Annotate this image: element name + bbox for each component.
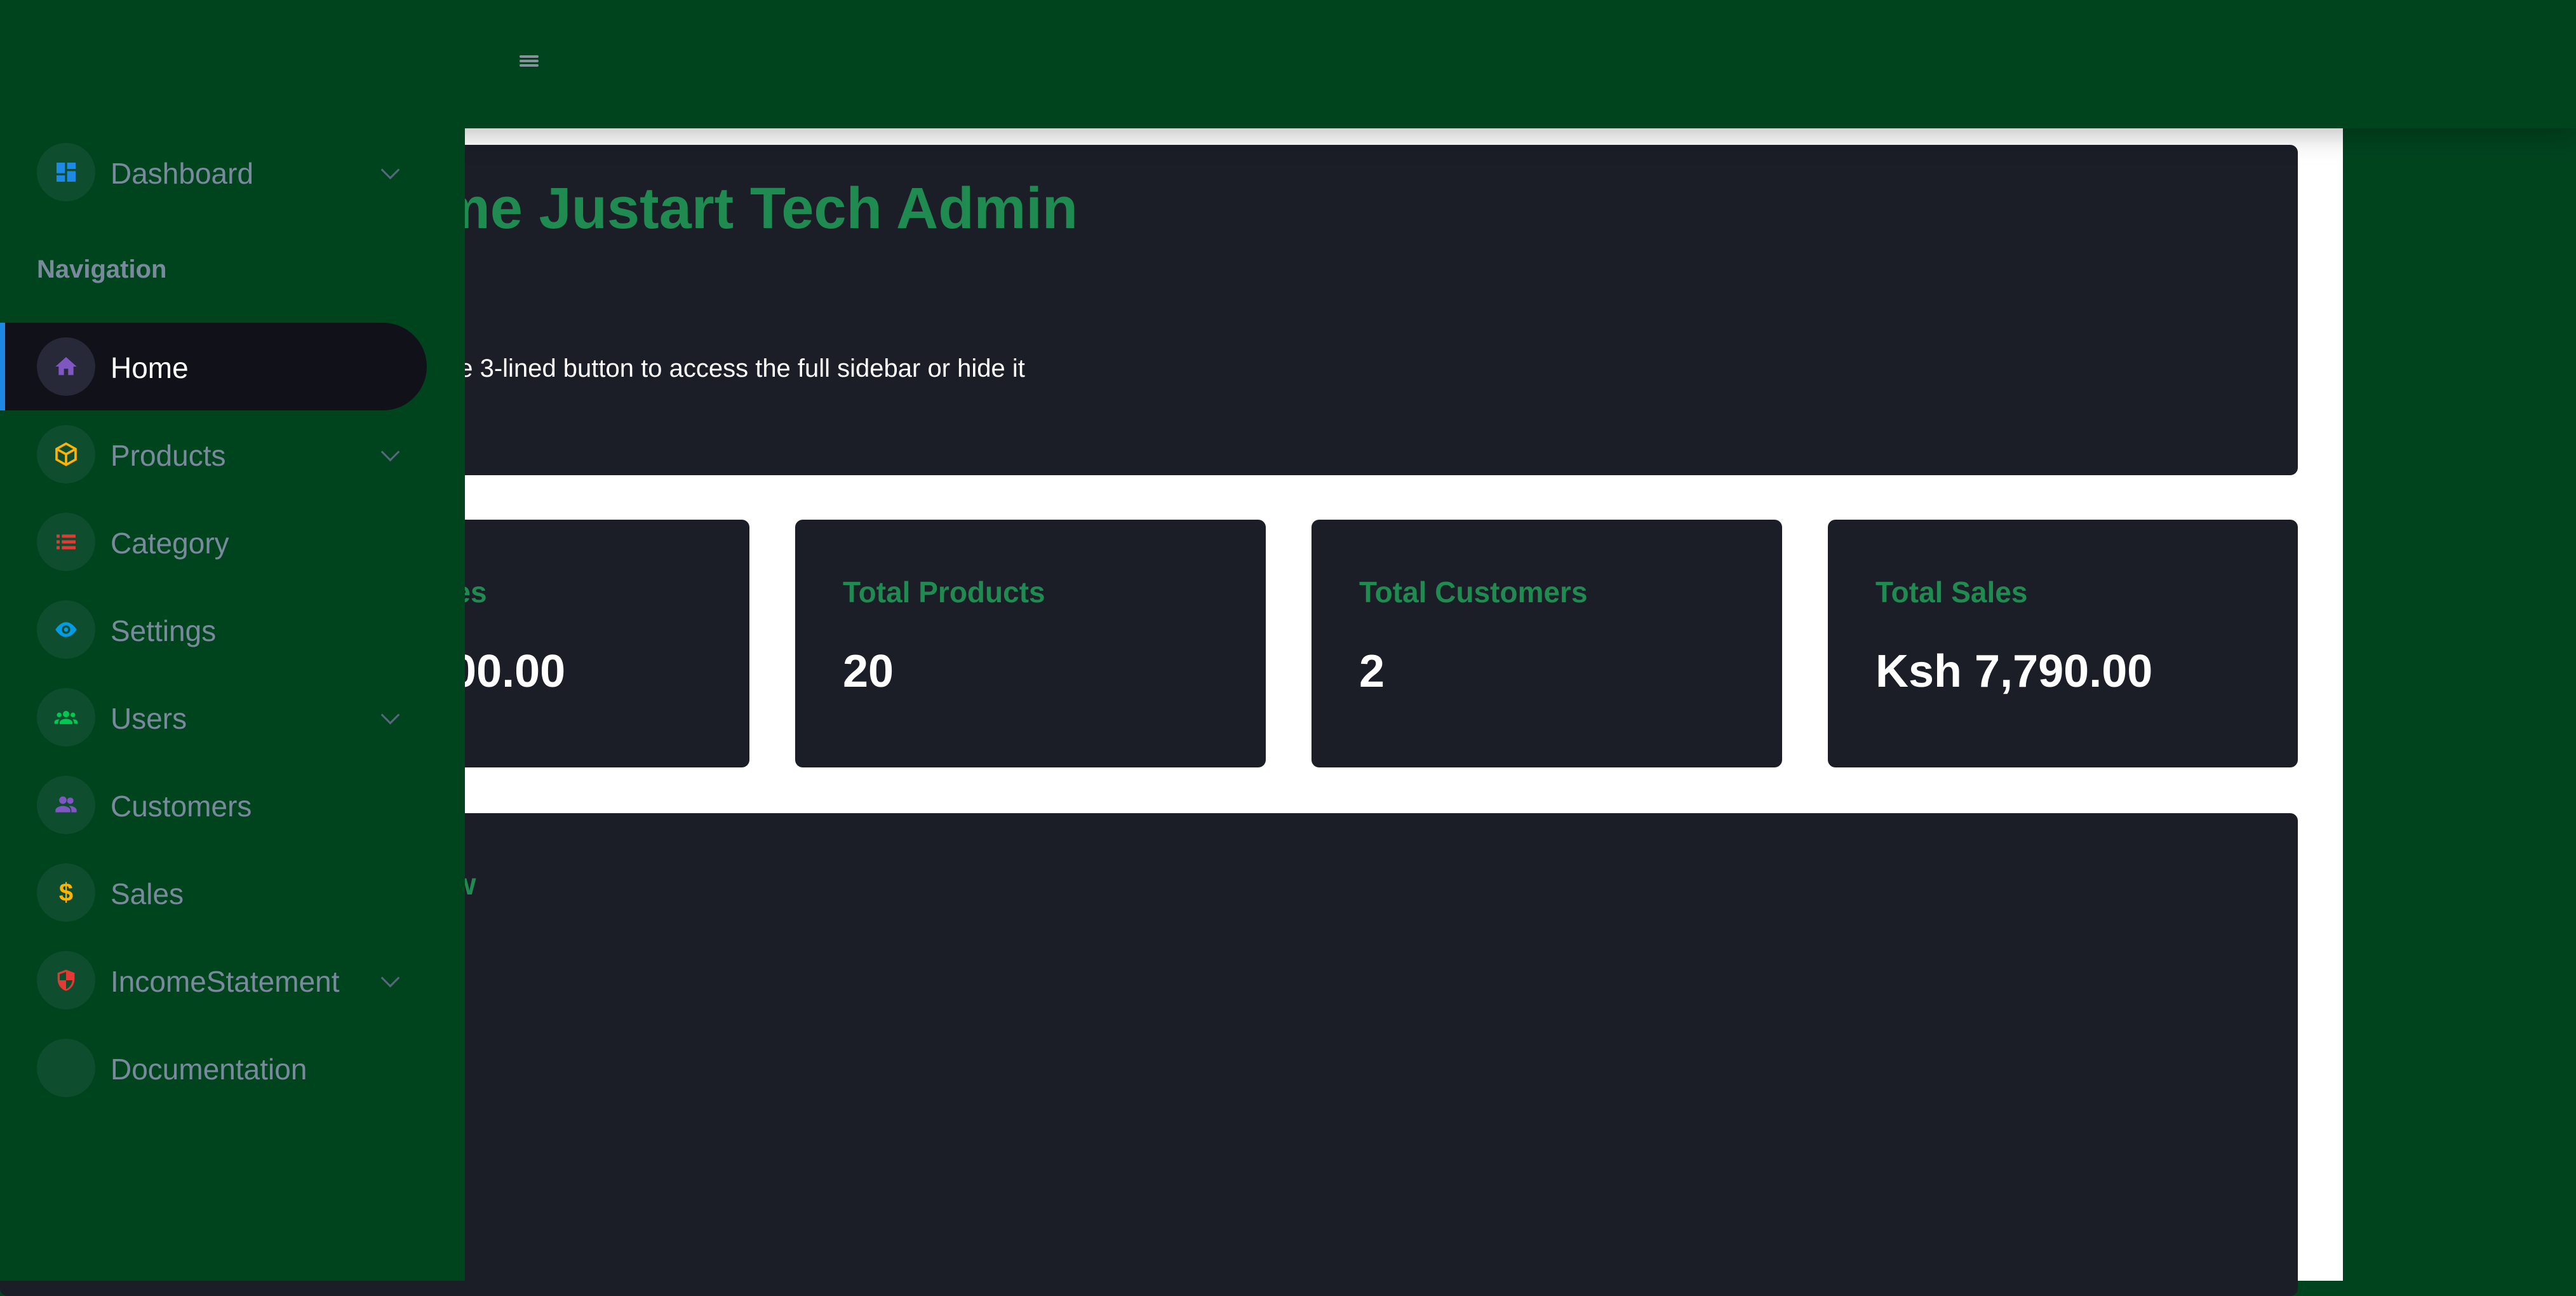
sidebar-item-label: Settings xyxy=(111,614,217,647)
sidebar-item-documentation[interactable]: Documentation xyxy=(0,1024,427,1112)
chevron-down-icon xyxy=(380,705,400,725)
hamburger-menu-icon[interactable] xyxy=(517,51,541,70)
chevron-down-icon xyxy=(380,160,400,180)
sidebar-item-home[interactable]: Home xyxy=(0,323,427,410)
stat-card-total-products: Total Products 20 xyxy=(795,520,1266,767)
welcome-title: me Justart Tech Admin xyxy=(438,176,1078,241)
sidebar-item-label: Customers xyxy=(111,790,252,823)
sidebar-item-label: Products xyxy=(111,439,226,472)
home-icon xyxy=(37,337,95,396)
welcome-subtitle: ne 3-lined button to access the full sid… xyxy=(445,354,1025,382)
sidebar-item-dashboard[interactable]: Dashboard xyxy=(0,128,427,216)
stat-value: 2 xyxy=(1359,646,1385,697)
stat-card-total-customers: Total Customers 2 xyxy=(1311,520,1782,767)
sidebar-item-label: IncomeStatement xyxy=(111,965,340,998)
sidebar-item-incomestatement[interactable]: IncomeStatement xyxy=(0,936,427,1024)
eye-icon xyxy=(37,600,95,659)
dashboard-icon xyxy=(37,143,95,201)
shield-icon xyxy=(37,951,95,1009)
sidebar-item-label: Home xyxy=(111,351,189,384)
chevron-down-icon xyxy=(380,968,400,988)
sidebar-item-customers[interactable]: Customers xyxy=(0,761,427,849)
sidebar-section-header: Navigation xyxy=(37,255,167,283)
stat-label: Total Sales xyxy=(1875,576,2028,609)
hamburger-line xyxy=(520,64,539,67)
sidebar-item-users[interactable]: Users xyxy=(0,673,427,761)
dollar-icon: $ xyxy=(37,863,95,922)
sidebar-item-label: Category xyxy=(111,527,229,560)
hamburger-line xyxy=(520,60,539,62)
chevron-down-icon xyxy=(380,442,400,462)
list-icon xyxy=(37,513,95,571)
sidebar-item-settings[interactable]: Settings xyxy=(0,586,427,673)
sidebar-item-label: Dashboard xyxy=(111,157,254,190)
stat-label: Total Customers xyxy=(1359,576,1588,609)
people-icon xyxy=(37,776,95,834)
stat-value: Ksh 7,790.00 xyxy=(1875,646,2153,697)
sidebar-item-category[interactable]: Category xyxy=(0,498,427,586)
users-icon xyxy=(37,688,95,746)
box-icon xyxy=(37,425,95,483)
sidebar-item-products[interactable]: Products xyxy=(0,410,427,498)
document-icon xyxy=(37,1039,95,1097)
sidebar-item-label: Documentation xyxy=(111,1053,307,1086)
hamburger-line xyxy=(520,55,539,58)
sidebar-item-label: Users xyxy=(111,702,187,735)
stat-value: 20 xyxy=(843,646,894,697)
stat-card-total-sales: Total Sales Ksh 7,790.00 xyxy=(1828,520,2298,767)
sidebar-item-sales[interactable]: $ Sales xyxy=(0,849,427,936)
sidebar: Dashboard Navigation Home Products Categ… xyxy=(0,0,465,1281)
stat-label: Total Products xyxy=(843,576,1045,609)
sidebar-item-label: Sales xyxy=(111,877,184,910)
